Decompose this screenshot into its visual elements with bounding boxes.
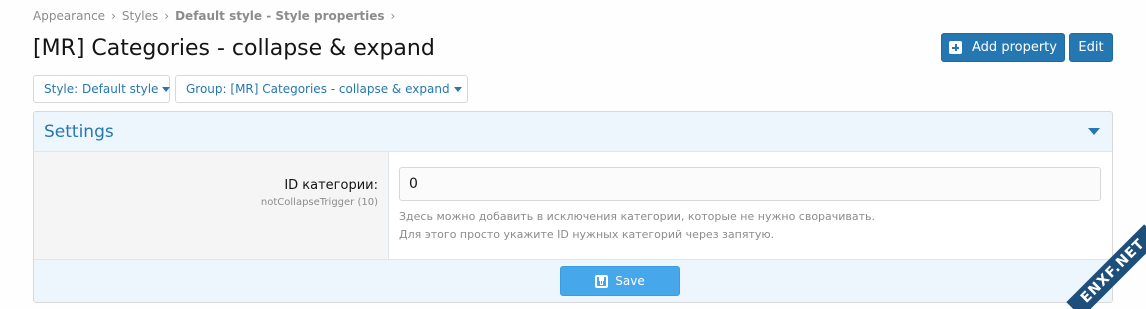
field-explain: Здесь можно добавить в исключения катего… [399,208,1101,244]
field-explain-line-1: Здесь можно добавить в исключения катего… [399,210,876,223]
group-filter-label: Group: [MR] Categories - collapse & expa… [186,82,450,96]
breadcrumb: Appearance › Styles › Default style - St… [33,9,401,23]
add-property-label: Add property [972,40,1057,55]
breadcrumb-separator: › [390,9,396,23]
caret-down-icon [453,86,462,92]
field-explain-line-2: Для этого просто укажите ID нужных катег… [399,228,775,241]
breadcrumb-styles[interactable]: Styles [122,9,158,23]
form-input-column: Здесь можно добавить в исключения катего… [389,152,1112,259]
settings-panel-header[interactable]: Settings [34,112,1112,152]
style-filter-label: Style: Default style [44,82,159,96]
caret-down-icon [162,86,171,92]
plus-square-icon [949,41,963,54]
page-title: [MR] Categories - collapse & expand [33,36,435,61]
form-footer: Save [34,260,1112,302]
field-label: ID категории: [284,178,378,193]
category-id-input[interactable] [399,167,1101,201]
breadcrumb-separator: › [111,9,116,23]
breadcrumb-separator: › [164,9,170,23]
form-label-column: ID категории: notCollapseTrigger (10) [34,152,389,259]
edit-label: Edit [1078,40,1104,55]
style-filter-dropdown[interactable]: Style: Default style [33,75,171,103]
settings-panel-title: Settings [44,121,114,142]
breadcrumb-style-properties[interactable]: Default style - Style properties [175,9,384,23]
caret-down-icon[interactable] [1088,128,1100,135]
save-label: Save [615,274,645,288]
edit-button[interactable]: Edit [1069,33,1113,62]
breadcrumb-appearance[interactable]: Appearance [33,9,105,23]
add-property-button[interactable]: Add property [941,33,1065,62]
settings-panel: Settings ID категории: notCollapseTrigge… [33,111,1113,303]
field-property-hint: notCollapseTrigger (10) [260,197,378,208]
group-filter-dropdown[interactable]: Group: [MR] Categories - collapse & expa… [175,75,468,103]
save-button[interactable]: Save [560,266,680,296]
floppy-disk-icon [595,274,609,288]
form-row-category-id: ID категории: notCollapseTrigger (10) Зд… [34,152,1112,260]
